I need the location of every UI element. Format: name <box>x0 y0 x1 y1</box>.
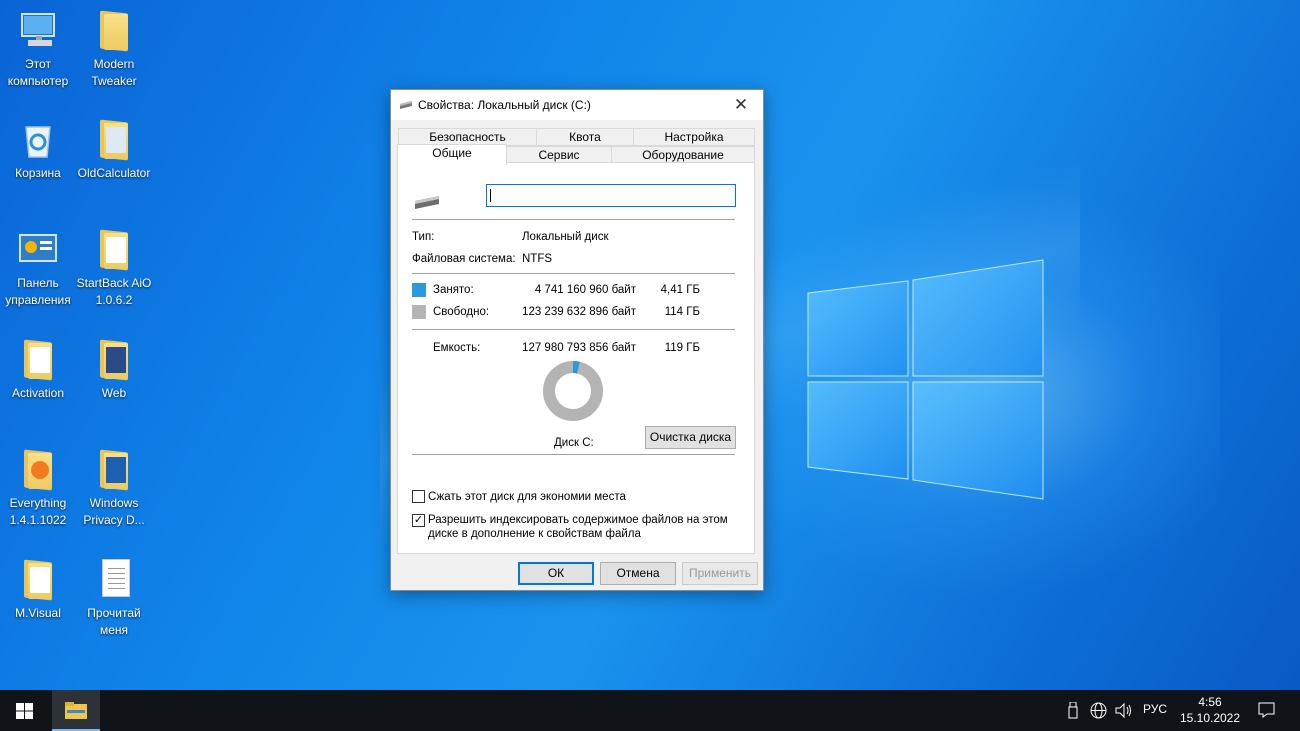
clock-date: 15.10.2022 <box>1179 711 1241 725</box>
desktop-icon-label: Web <box>101 386 127 400</box>
desktop-icon-this-pc[interactable]: Этот компьютер <box>0 8 76 90</box>
taskbar-clock[interactable]: 4:56 15.10.2022 <box>1178 694 1242 726</box>
taskbar: РУС 4:56 15.10.2022 <box>0 690 1300 731</box>
desktop-icon-web[interactable]: Web <box>76 337 152 402</box>
desktop-icon-label: Activation <box>11 386 65 400</box>
desktop-icon-label: StartBack AiO 1.0.6.2 <box>76 276 152 307</box>
desktop-icon-label: Этот компьютер <box>7 57 69 88</box>
disk-usage-donut <box>543 361 603 421</box>
tab-customize[interactable]: Настройка <box>633 128 755 146</box>
tab-quota[interactable]: Квота <box>536 128 634 146</box>
used-space-swatch <box>412 283 426 297</box>
desktop-icon-recycle-bin[interactable]: Корзина <box>0 117 76 182</box>
capacity-size: 119 ГБ <box>664 342 700 354</box>
language-indicator[interactable]: РУС <box>1143 702 1167 716</box>
general-tab-panel: Тип: Локальный диск Файловая система: NT… <box>397 162 755 554</box>
desktop-icon-label: OldCalculator <box>77 166 151 180</box>
desktop-icon-oldcalculator[interactable]: OldCalculator <box>76 117 152 182</box>
volume-name-input[interactable] <box>486 184 736 207</box>
filesystem-value: NTFS <box>522 253 553 265</box>
desktop-icon-modern-tweaker[interactable]: Modern Tweaker <box>76 8 152 90</box>
type-value: Локальный диск <box>522 231 609 243</box>
compress-checkbox[interactable] <box>412 490 425 503</box>
disk-properties-dialog: Свойства: Локальный диск (C:) ✕ Безопасн… <box>390 89 764 591</box>
desktop-icon-label: Everything 1.4.1.1022 <box>9 496 67 527</box>
cancel-button[interactable]: Отмена <box>600 562 676 585</box>
desktop-icon-everything[interactable]: Everything 1.4.1.1022 <box>0 447 76 529</box>
folder-icon <box>16 557 60 601</box>
close-icon: ✕ <box>733 95 749 114</box>
desktop-icon-label: Modern Tweaker <box>91 57 137 88</box>
file-explorer-icon <box>65 702 87 719</box>
folder-icon <box>16 337 60 381</box>
desktop-icon-label: Windows Privacy D... <box>83 496 145 527</box>
free-bytes: 123 239 632 896 байт <box>522 306 636 318</box>
disk-cleanup-button[interactable]: Очистка диска <box>645 426 736 449</box>
capacity-label: Емкость: <box>433 342 481 354</box>
disk-label: Диск C: <box>554 437 594 449</box>
notifications-icon[interactable] <box>1258 702 1275 718</box>
free-size: 114 ГБ <box>664 306 700 318</box>
type-label: Тип: <box>412 231 435 243</box>
checkmark-icon: ✓ <box>413 514 424 526</box>
desktop-icon-readme[interactable]: Прочитай меня <box>76 557 152 639</box>
separator <box>412 454 735 455</box>
ok-button[interactable]: ОК <box>518 562 594 585</box>
control-panel-icon <box>16 227 60 271</box>
drive-icon <box>415 196 439 209</box>
drive-icon <box>400 101 412 109</box>
folder-icon <box>92 8 136 52</box>
folder-icon <box>92 447 136 491</box>
folder-icon <box>92 337 136 381</box>
dialog-title: Свойства: Локальный диск (C:) <box>418 98 591 112</box>
free-space-swatch <box>412 305 426 319</box>
text-file-icon <box>92 557 136 601</box>
index-label-line2: диске в дополнение к свойствам файла <box>428 528 641 540</box>
desktop-icon-control-panel[interactable]: Панель управления <box>0 227 76 309</box>
close-button[interactable]: ✕ <box>719 90 763 120</box>
separator <box>412 219 735 220</box>
taskbar-file-explorer-button[interactable] <box>52 690 100 731</box>
separator <box>412 273 735 274</box>
used-bytes: 4 741 160 960 байт <box>534 284 636 296</box>
folder-icon <box>16 447 60 491</box>
windows-start-icon <box>16 703 33 719</box>
compress-label: Сжать этот диск для экономии места <box>428 491 626 503</box>
desktop-icon-windows-privacy[interactable]: Windows Privacy D... <box>76 447 152 529</box>
used-label: Занято: <box>433 284 474 296</box>
donut-free-ring <box>543 361 603 421</box>
desktop-icon-mvisual[interactable]: M.Visual <box>0 557 76 622</box>
network-globe-icon[interactable] <box>1090 702 1107 719</box>
filesystem-label: Файловая система: <box>412 253 516 265</box>
desktop-icon-label: Корзина <box>15 166 61 180</box>
folder-icon <box>92 227 136 271</box>
volume-icon[interactable] <box>1115 702 1133 719</box>
computer-icon <box>16 8 60 52</box>
tab-general[interactable]: Общие <box>397 144 507 165</box>
folder-icon <box>92 117 136 161</box>
desktop-icon-startback[interactable]: StartBack AiO 1.0.6.2 <box>76 227 152 309</box>
text-caret <box>490 189 491 202</box>
index-label-line1: Разрешить индексировать содержимое файло… <box>428 514 728 526</box>
recycle-bin-icon <box>16 117 60 161</box>
apply-button[interactable]: Применить <box>682 562 758 585</box>
clock-time: 4:56 <box>1198 695 1222 709</box>
desktop-icon-activation[interactable]: Activation <box>0 337 76 402</box>
dialog-titlebar[interactable]: Свойства: Локальный диск (C:) ✕ <box>391 90 763 120</box>
desktop-icon-label: Панель управления <box>5 276 71 307</box>
desktop-icon-label: M.Visual <box>15 606 61 620</box>
index-checkbox[interactable]: ✓ <box>412 514 425 527</box>
usb-device-icon[interactable] <box>1068 702 1078 719</box>
capacity-bytes: 127 980 793 856 байт <box>522 342 636 354</box>
start-button[interactable] <box>0 690 48 731</box>
used-size: 4,41 ГБ <box>660 284 700 296</box>
free-label: Свободно: <box>433 306 490 318</box>
separator <box>412 329 735 330</box>
desktop-icon-label: Прочитай меня <box>87 606 141 637</box>
